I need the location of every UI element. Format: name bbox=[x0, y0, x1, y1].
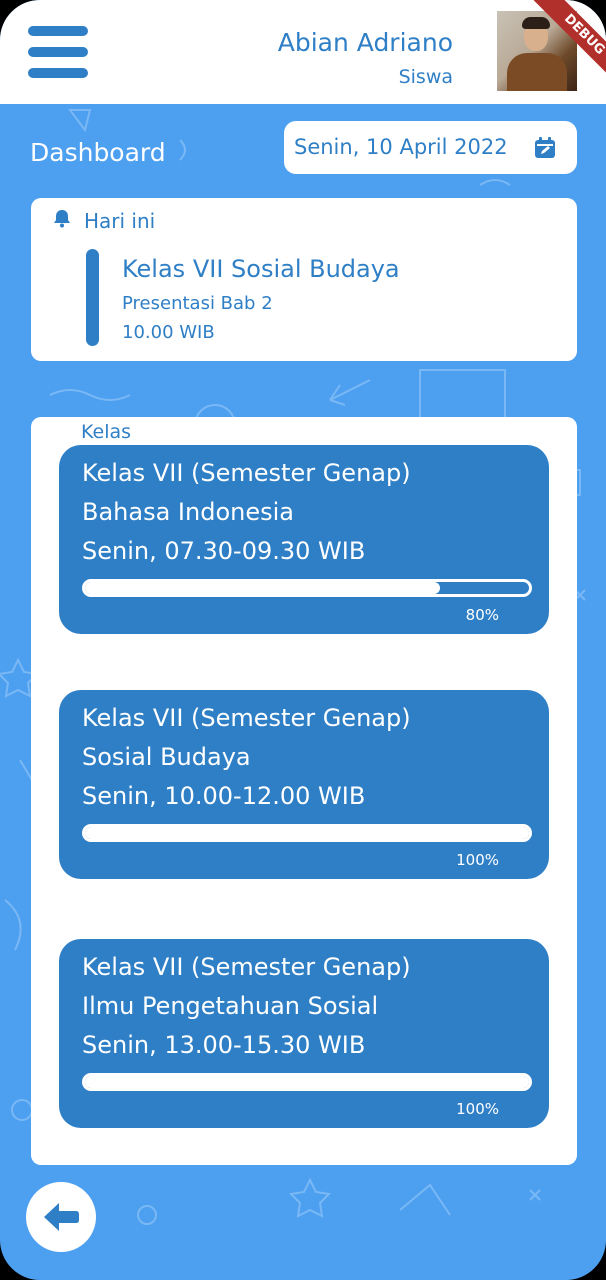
class-schedule: Senin, 07.30-09.30 WIB bbox=[82, 537, 366, 565]
progress-bar bbox=[82, 1073, 532, 1091]
app-screen: Abian Adriano Siswa DEBUG Dashboard Seni… bbox=[0, 0, 606, 1280]
app-header: Abian Adriano Siswa DEBUG bbox=[0, 0, 606, 104]
class-schedule: Senin, 13.00-15.30 WIB bbox=[82, 1031, 366, 1059]
today-activity: Presentasi Bab 2 bbox=[122, 293, 273, 314]
today-class-name: Kelas VII Sosial Budaya bbox=[122, 255, 400, 283]
progress-fill bbox=[85, 582, 441, 594]
class-semester: Kelas VII (Semester Genap) bbox=[82, 704, 411, 732]
progress-label: 100% bbox=[456, 851, 499, 869]
avatar-hair bbox=[522, 17, 550, 29]
progress-fill bbox=[85, 1076, 529, 1088]
user-role: Siswa bbox=[398, 66, 453, 88]
class-subject: Sosial Budaya bbox=[82, 743, 251, 771]
date-text: Senin, 10 April 2022 bbox=[294, 135, 508, 159]
class-schedule: Senin, 10.00-12.00 WIB bbox=[82, 782, 366, 810]
date-picker-button[interactable]: Senin, 10 April 2022 bbox=[284, 121, 577, 174]
progress-bar bbox=[82, 579, 532, 597]
progress-fill bbox=[85, 827, 529, 839]
menu-icon-bar bbox=[28, 68, 88, 78]
today-card[interactable]: Hari ini Kelas VII Sosial Budaya Present… bbox=[31, 198, 577, 361]
bell-icon bbox=[54, 210, 70, 228]
avatar-body bbox=[507, 53, 567, 91]
class-card[interactable]: Kelas VII (Semester Genap) Bahasa Indone… bbox=[59, 445, 549, 634]
menu-icon bbox=[28, 26, 88, 36]
class-subject: Bahasa Indonesia bbox=[82, 498, 294, 526]
user-name: Abian Adriano bbox=[277, 28, 453, 57]
today-accent-bar bbox=[86, 249, 99, 346]
classes-label: Kelas bbox=[81, 421, 132, 443]
calendar-edit-icon bbox=[535, 137, 555, 158]
today-label: Hari ini bbox=[84, 209, 156, 233]
back-button[interactable] bbox=[26, 1182, 96, 1252]
class-semester: Kelas VII (Semester Genap) bbox=[82, 459, 411, 487]
today-time: 10.00 WIB bbox=[122, 322, 215, 343]
class-card[interactable]: Kelas VII (Semester Genap) Sosial Budaya… bbox=[59, 690, 549, 879]
class-subject: Ilmu Pengetahuan Sosial bbox=[82, 992, 379, 1020]
class-card[interactable]: Kelas VII (Semester Genap) Ilmu Pengetah… bbox=[59, 939, 549, 1128]
arrow-left-icon bbox=[44, 1203, 79, 1231]
class-semester: Kelas VII (Semester Genap) bbox=[82, 953, 411, 981]
page-title: Dashboard bbox=[30, 138, 166, 167]
menu-button[interactable] bbox=[28, 26, 88, 78]
menu-icon-bar bbox=[28, 47, 88, 57]
classes-panel: Kelas Kelas VII (Semester Genap) Bahasa … bbox=[31, 417, 577, 1165]
progress-label: 80% bbox=[465, 606, 499, 624]
progress-label: 100% bbox=[456, 1100, 499, 1118]
progress-bar bbox=[82, 824, 532, 842]
